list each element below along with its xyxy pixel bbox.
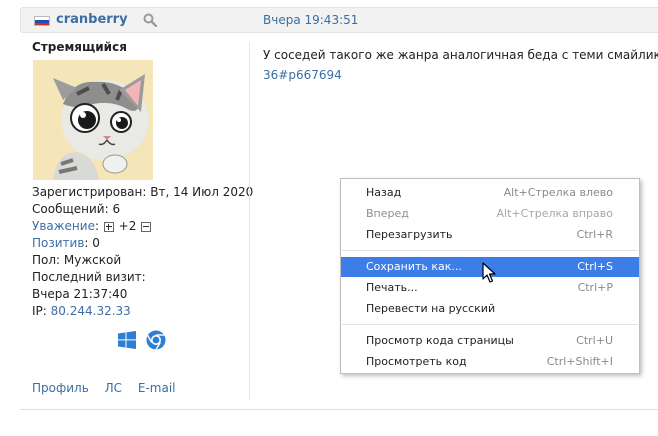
user-info-column: Стремящийся Зарегистрирован: Вт, 14 Июл … <box>20 33 253 403</box>
post-time-link[interactable]: Вчера 19:43:51 <box>263 13 358 27</box>
profile-links: Профиль ЛС E-mail <box>32 381 187 395</box>
column-divider <box>249 42 250 400</box>
search-icon[interactable] <box>143 13 157 27</box>
positive-value: : 0 <box>84 236 100 250</box>
positive-link[interactable]: Позитив <box>32 236 84 250</box>
menu-item-view-source[interactable]: Просмотр кода страницы Ctrl+U <box>341 331 639 351</box>
menu-item-translate[interactable]: Перевести на русский <box>341 299 639 319</box>
ip-row: IP: 80.244.32.33 <box>32 303 253 320</box>
ip-label: IP: <box>32 304 47 318</box>
email-link[interactable]: E-mail <box>138 381 176 395</box>
message-link[interactable]: 36#p667694 <box>263 65 658 85</box>
respect-value: +2 <box>118 219 137 233</box>
ip-link[interactable]: 80.244.32.33 <box>51 304 131 318</box>
last-visit-value: Вчера 21:37:40 <box>32 287 128 301</box>
mouse-cursor-icon <box>482 262 496 283</box>
positive-row: Позитив: 0 <box>32 235 253 252</box>
last-visit-label: Последний визит: <box>32 270 146 284</box>
user-details: Зарегистрирован: Вт, 14 Июл 2020 Сообщен… <box>32 184 253 320</box>
message-count: Сообщений: 6 <box>32 202 121 216</box>
menu-item-forward[interactable]: Вперед Alt+Стрелка вправо <box>341 204 639 224</box>
menu-item-back[interactable]: Назад Alt+Стрелка влево <box>341 183 639 203</box>
avatar[interactable] <box>33 60 153 180</box>
menu-item-inspect[interactable]: Просмотреть код Ctrl+Shift+I <box>341 352 639 372</box>
windows-icon <box>118 331 136 349</box>
russia-flag-icon <box>34 16 50 26</box>
chrome-icon <box>146 330 166 350</box>
registered-date: Зарегистрирован: Вт, 14 Июл 2020 <box>32 185 254 199</box>
post-message: У соседей такого же жанра аналогичная бе… <box>263 45 658 85</box>
pm-link[interactable]: ЛС <box>105 381 122 395</box>
post-bottom-divider <box>20 409 658 410</box>
post-header: cranberry Вчера 19:43:51 <box>20 7 658 33</box>
gender: Пол: Мужской <box>32 253 122 267</box>
menu-item-reload[interactable]: Перезагрузить Ctrl+R <box>341 225 639 245</box>
message-text: У соседей такого же жанра аналогичная бе… <box>263 48 658 62</box>
respect-row: Уважение: +2 <box>32 218 253 235</box>
respect-link[interactable]: Уважение <box>32 219 95 233</box>
respect-plus-icon[interactable] <box>103 221 114 232</box>
respect-minus-icon[interactable] <box>141 221 152 232</box>
post-author-link[interactable]: cranberry <box>56 12 128 27</box>
menu-separator <box>342 324 638 325</box>
menu-separator <box>342 250 638 251</box>
profile-link[interactable]: Профиль <box>32 381 89 395</box>
user-rank: Стремящийся <box>32 40 127 54</box>
